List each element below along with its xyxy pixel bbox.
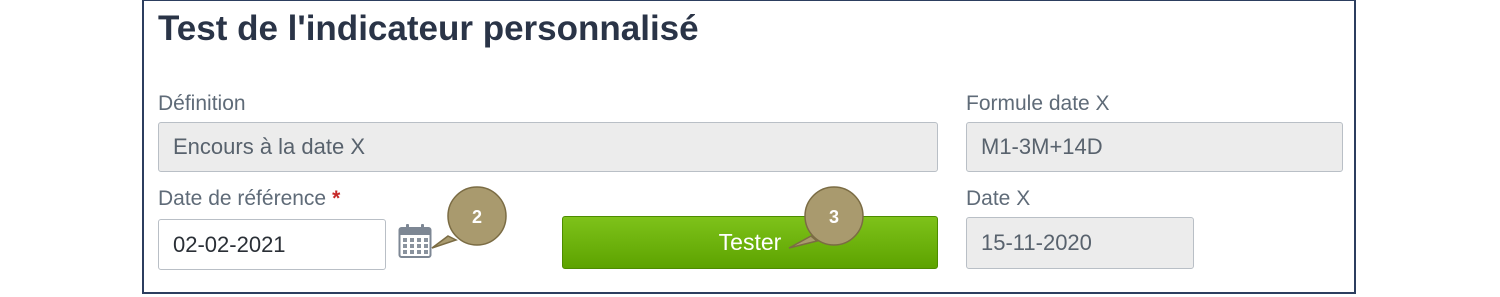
tester-button[interactable]: Tester: [562, 216, 938, 269]
callout-marker-2: 2: [431, 186, 507, 249]
callout-2-label: 2: [472, 207, 482, 227]
panel-title: Test de l'indicateur personnalisé: [158, 9, 699, 48]
reference-date-label: Date de référence *: [158, 187, 340, 211]
callout-3-label: 3: [829, 207, 839, 227]
date-x-label: Date X: [966, 187, 1031, 210]
formula-label: Formule date X: [966, 92, 1110, 115]
required-asterisk: *: [332, 187, 341, 210]
callout-marker-3: 3: [788, 186, 864, 249]
definition-label: Définition: [158, 92, 246, 115]
date-x-field: 15-11-2020: [966, 217, 1194, 269]
reference-date-label-text: Date de référence: [158, 187, 327, 210]
formula-field: M1-3M+14D: [966, 122, 1343, 172]
definition-field: Encours à la date X: [158, 122, 938, 172]
calendar-icon[interactable]: [398, 223, 432, 259]
reference-date-input[interactable]: 02-02-2021: [158, 219, 386, 270]
